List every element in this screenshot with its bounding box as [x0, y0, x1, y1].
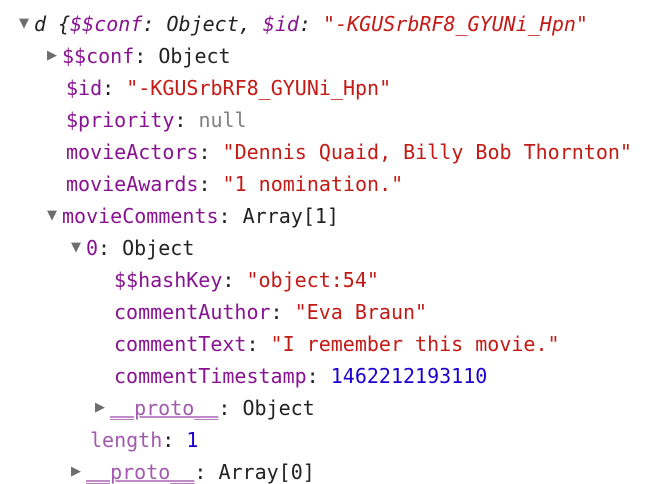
- property-colon: :: [218, 204, 243, 228]
- property-key: $priority: [66, 108, 175, 132]
- tree-row-comment-text: commentText: "I remember this movie.": [0, 328, 650, 360]
- property-key: $id: [66, 76, 103, 100]
- property-value: "I remember this movie.": [270, 332, 560, 356]
- collapsed-arrow-icon[interactable]: ▶: [66, 456, 86, 484]
- property-colon: :: [198, 140, 223, 164]
- property-key: __proto__: [86, 460, 195, 484]
- property-key: movieActors: [66, 140, 199, 164]
- tree-row-priority: $priority: null: [0, 104, 650, 136]
- root-preview-id-value: "-KGUSrbRF8_GYUNi_Hpn": [323, 12, 588, 36]
- root-preview-separator: ,: [238, 12, 263, 36]
- property-value: Array[1]: [242, 204, 339, 228]
- object-inspector-tree: ▼ d {$$conf: Object, $id: "-KGUSrbRF8_GYU…: [0, 0, 650, 484]
- tree-row-length: length: 1: [0, 424, 650, 456]
- property-value: "-KGUSrbRF8_GYUNi_Hpn": [126, 76, 392, 100]
- property-colon: :: [174, 108, 199, 132]
- property-value: Array[0]: [218, 460, 315, 484]
- expanded-arrow-icon[interactable]: ▼: [66, 232, 86, 264]
- property-value: 1: [186, 428, 199, 452]
- tree-row-hash-key: $$hashKey: "object:54": [0, 264, 650, 296]
- root-open-brace: {: [58, 12, 71, 36]
- property-key: $$conf: [62, 44, 135, 68]
- property-key: commentAuthor: [114, 300, 271, 324]
- tree-row-conf[interactable]: ▶ $$conf: Object: [0, 40, 650, 72]
- property-colon: :: [102, 76, 127, 100]
- property-value: Object: [122, 236, 195, 260]
- property-colon: :: [98, 236, 123, 260]
- property-colon: :: [198, 172, 223, 196]
- collapsed-arrow-icon[interactable]: ▶: [90, 392, 110, 424]
- property-value: "object:54": [246, 268, 379, 292]
- tree-row-movie-awards: movieAwards: "1 nomination.": [0, 168, 650, 200]
- property-colon: :: [222, 268, 247, 292]
- property-value: "1 nomination.": [222, 172, 404, 196]
- expanded-arrow-icon[interactable]: ▼: [14, 8, 34, 40]
- root-preview-conf-value: Object: [166, 12, 239, 36]
- property-colon: :: [306, 364, 331, 388]
- tree-row-item-0[interactable]: ▼ 0: Object: [0, 232, 650, 264]
- property-colon: :: [218, 396, 243, 420]
- property-key: commentTimestamp: [114, 364, 307, 388]
- tree-row-item-proto[interactable]: ▶ __proto__: Object: [0, 392, 650, 424]
- tree-row-root[interactable]: ▼ d {$$conf: Object, $id: "-KGUSrbRF8_GYU…: [0, 8, 650, 40]
- root-preview-conf-colon: :: [142, 12, 167, 36]
- tree-row-movie-actors: movieActors: "Dennis Quaid, Billy Bob Th…: [0, 136, 650, 168]
- tree-row-array-proto[interactable]: ▶ __proto__: Array[0]: [0, 456, 650, 484]
- collapsed-arrow-icon[interactable]: ▶: [42, 40, 62, 72]
- property-value: 1462212193110: [330, 364, 488, 388]
- root-preview-conf-key: $$conf: [70, 12, 143, 36]
- expanded-arrow-icon[interactable]: ▼: [42, 200, 62, 232]
- property-key: 0: [86, 236, 99, 260]
- property-key: length: [90, 428, 163, 452]
- property-colon: :: [270, 300, 295, 324]
- tree-row-id: $id: "-KGUSrbRF8_GYUNi_Hpn": [0, 72, 650, 104]
- tree-row-comment-timestamp: commentTimestamp: 1462212193110: [0, 360, 650, 392]
- property-colon: :: [194, 460, 219, 484]
- property-colon: :: [162, 428, 187, 452]
- property-key: movieComments: [62, 204, 219, 228]
- property-value: Object: [158, 44, 231, 68]
- property-value: Object: [242, 396, 315, 420]
- property-value: "Eva Braun": [294, 300, 428, 324]
- property-key: __proto__: [110, 396, 219, 420]
- property-value: null: [198, 108, 247, 132]
- property-colon: :: [246, 332, 271, 356]
- property-key: commentText: [114, 332, 247, 356]
- property-key: movieAwards: [66, 172, 199, 196]
- property-value: "Dennis Quaid, Billy Bob Thornton": [222, 140, 632, 164]
- root-preview-id-key: $id: [262, 12, 299, 36]
- tree-row-movie-comments[interactable]: ▼ movieComments: Array[1]: [0, 200, 650, 232]
- root-preview-id-colon: :: [298, 12, 324, 36]
- property-key: $$hashKey: [114, 268, 223, 292]
- tree-row-comment-author: commentAuthor: "Eva Braun": [0, 296, 650, 328]
- property-colon: :: [134, 44, 159, 68]
- root-variable-name: d: [34, 12, 47, 36]
